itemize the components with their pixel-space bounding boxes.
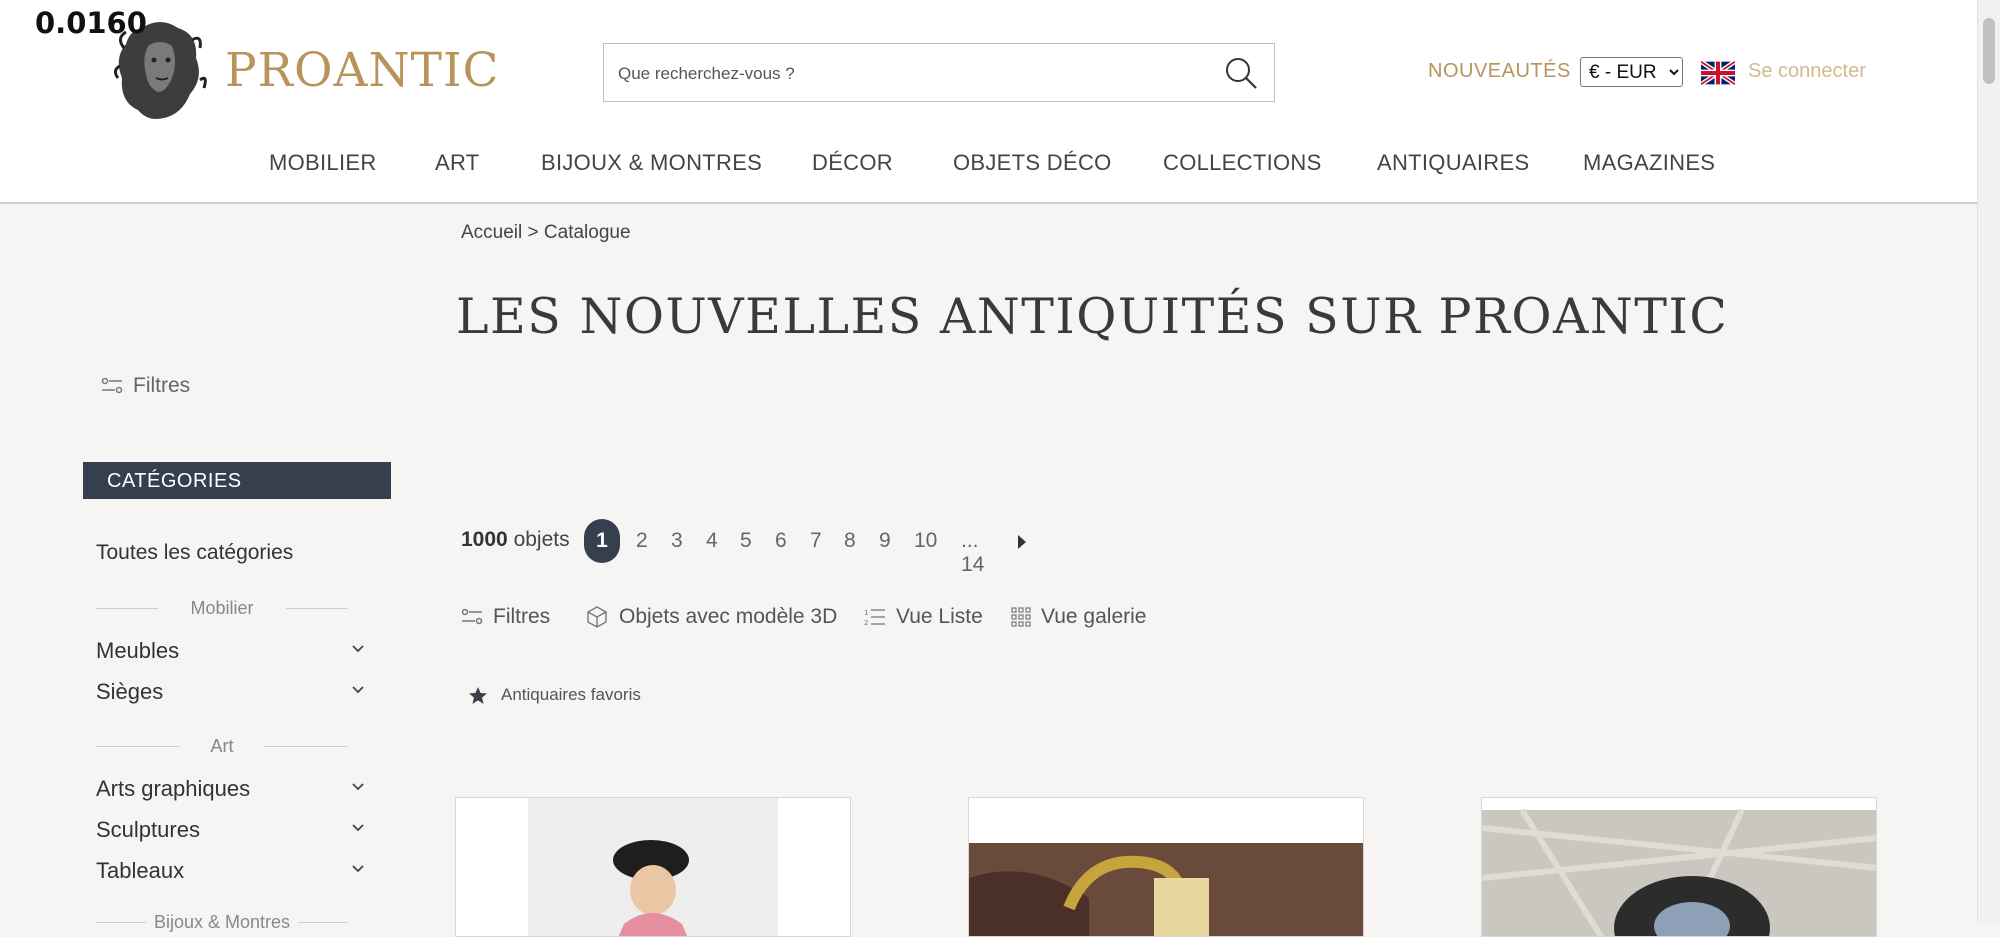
page-title: LES NOUVELLES ANTIQUITÉS SUR PROANTIC — [456, 288, 1729, 345]
sidebar-filters-button[interactable]: Filtres — [101, 374, 190, 398]
chevron-down-icon[interactable] — [350, 778, 366, 794]
filters-button[interactable]: Filtres — [461, 605, 550, 629]
search-icon[interactable] — [1224, 56, 1258, 90]
categories-header: CATÉGORIES — [83, 462, 391, 499]
search-input[interactable] — [616, 58, 1200, 90]
objects-3d-button[interactable]: Objets avec modèle 3D — [585, 605, 837, 629]
svg-text:2: 2 — [864, 619, 868, 627]
page-link[interactable]: 9 — [879, 529, 891, 553]
nav-item-mobilier[interactable]: MOBILIER — [269, 150, 377, 176]
uk-flag-icon[interactable] — [1701, 60, 1735, 86]
category-item-meubles[interactable]: Meubles — [96, 638, 366, 666]
site-header: PROANTIC NOUVEAUTÉS € - EUR Se connecter… — [0, 0, 1978, 204]
category-item-tableaux[interactable]: Tableaux — [96, 858, 366, 886]
category-item-arts-graphiques[interactable]: Arts graphiques — [96, 776, 366, 804]
gallery-view-icon — [1011, 607, 1031, 627]
star-icon — [469, 686, 487, 704]
cube-3d-icon — [587, 606, 607, 628]
nav-item-antiquaires[interactable]: ANTIQUAIRES — [1377, 150, 1529, 176]
filter-icon — [101, 378, 123, 394]
product-image — [528, 798, 778, 936]
search-bar — [603, 43, 1275, 102]
objects-3d-label: Objets avec modèle 3D — [619, 605, 838, 628]
page-link[interactable]: 8 — [844, 529, 856, 553]
next-page-icon[interactable] — [1017, 534, 1027, 550]
breadcrumb: Accueil > Catalogue — [461, 222, 631, 244]
results-count: 1000 objets — [461, 528, 570, 552]
gallery-view-button[interactable]: Vue galerie — [1011, 605, 1146, 629]
filter-icon — [461, 609, 483, 625]
list-view-button[interactable]: 1 2 Vue Liste — [864, 605, 983, 629]
page-link[interactable]: 2 — [636, 529, 648, 553]
chevron-down-icon[interactable] — [350, 640, 366, 656]
results-count-unit: objets — [513, 528, 570, 551]
brand-logo-text[interactable]: PROANTIC — [225, 43, 500, 98]
svg-text:1: 1 — [864, 609, 868, 617]
product-image — [969, 843, 1363, 936]
category-label: Meubles — [96, 638, 180, 663]
nav-item-bijoux-montres[interactable]: BIJOUX & MONTRES — [541, 150, 762, 176]
sidebar-filters-label: Filtres — [133, 374, 191, 397]
product-card[interactable] — [1481, 797, 1877, 937]
page-link[interactable]: 6 — [775, 529, 787, 553]
nav-item-magazines[interactable]: MAGAZINES — [1583, 150, 1715, 176]
list-view-label: Vue Liste — [896, 605, 983, 628]
filters-label: Filtres — [493, 605, 551, 628]
debug-value: 0.0160 — [35, 6, 147, 40]
nav-item-decor[interactable]: DÉCOR — [812, 150, 893, 176]
gallery-view-label: Vue galerie — [1041, 605, 1147, 628]
product-card[interactable] — [455, 797, 851, 937]
page-scrollbar[interactable] — [1977, 0, 2000, 923]
main-nav: MOBILIER ART BIJOUX & MONTRES DÉCOR OBJE… — [0, 150, 1978, 180]
page-link-last[interactable]: ... 14 — [961, 529, 984, 577]
group-divider-bijoux: Bijoux & Montres — [96, 912, 348, 932]
category-item-sculptures[interactable]: Sculptures — [96, 817, 366, 845]
chevron-down-icon[interactable] — [350, 819, 366, 835]
breadcrumb-home[interactable]: Accueil — [461, 222, 522, 243]
group-divider-art: Art — [96, 736, 348, 756]
all-categories-link[interactable]: Toutes les catégories — [96, 541, 293, 565]
scrollbar-thumb[interactable] — [1983, 18, 1995, 84]
product-card[interactable] — [968, 797, 1364, 937]
product-image — [1482, 808, 1876, 936]
login-link[interactable]: Se connecter — [1748, 60, 1866, 83]
category-label: Sculptures — [96, 817, 200, 842]
new-arrivals-link[interactable]: NOUVEAUTÉS — [1428, 60, 1571, 83]
favorite-dealers-label: Antiquaires favoris — [501, 685, 641, 704]
category-label: Tableaux — [96, 858, 185, 883]
category-item-sieges[interactable]: Sièges — [96, 679, 366, 707]
page-link[interactable]: 3 — [671, 529, 683, 553]
nav-item-collections[interactable]: COLLECTIONS — [1163, 150, 1322, 176]
results-count-number: 1000 — [461, 528, 508, 551]
page-link-active[interactable]: 1 — [584, 519, 620, 563]
chevron-down-icon[interactable] — [350, 860, 366, 876]
page-link[interactable]: 10 — [914, 529, 937, 553]
page-link[interactable]: 4 — [706, 529, 718, 553]
chevron-down-icon[interactable] — [350, 681, 366, 697]
category-label: Arts graphiques — [96, 776, 251, 801]
category-label: Sièges — [96, 679, 164, 704]
breadcrumb-separator: > — [527, 222, 539, 243]
favorite-dealers-toggle[interactable]: Antiquaires favoris — [468, 685, 641, 705]
page-link[interactable]: 5 — [740, 529, 752, 553]
breadcrumb-current: Catalogue — [543, 222, 631, 243]
nav-item-art[interactable]: ART — [435, 150, 480, 176]
list-view-icon: 1 2 — [864, 609, 885, 627]
group-divider-mobilier: Mobilier — [96, 598, 348, 618]
nav-item-objets-deco[interactable]: OBJETS DÉCO — [953, 150, 1112, 176]
currency-select[interactable]: € - EUR — [1580, 57, 1683, 87]
page-link[interactable]: 7 — [810, 529, 822, 553]
